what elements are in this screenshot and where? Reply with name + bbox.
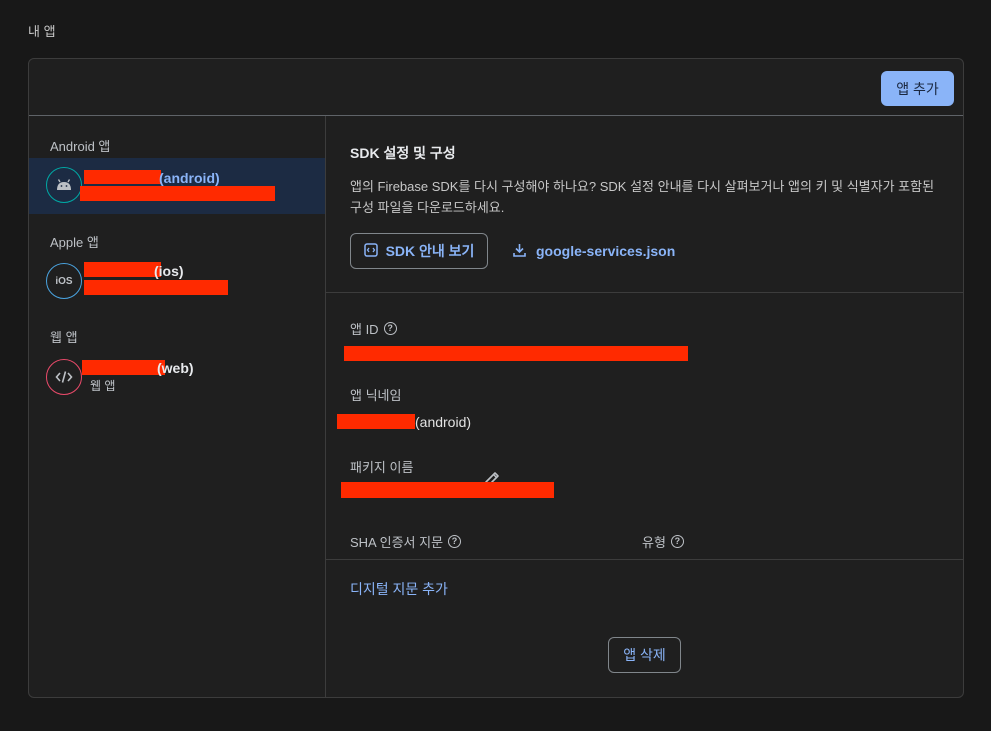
code-box-icon [363, 242, 378, 260]
apps-card: 앱 추가 Android 앱 (android) Apple 앱 iOS (io… [28, 58, 964, 698]
redacted-app-id [344, 346, 688, 361]
redacted-app-name [84, 262, 161, 277]
app-item-web[interactable]: (web) 웹 앱 [29, 350, 325, 406]
help-icon[interactable]: ? [670, 535, 684, 548]
delete-app-button[interactable]: 앱 삭제 [608, 637, 681, 673]
sdk-guide-label: SDK 안내 보기 [385, 243, 475, 259]
card-header: 앱 추가 [29, 59, 963, 116]
nickname-value: (android) [415, 414, 472, 430]
app-subtitle-web: 웹 앱 [90, 379, 116, 393]
section-divider [326, 292, 963, 293]
redacted-app-name [84, 170, 161, 184]
help-icon[interactable]: ? [383, 322, 397, 335]
add-fingerprint-link[interactable]: 디지털 지문 추가 [350, 579, 448, 599]
android-icon [46, 167, 82, 203]
download-file-label: google-services.json [536, 243, 676, 259]
package-label-text: 패키지 이름 [350, 460, 414, 475]
page-title: 내 앱 [28, 24, 56, 39]
app-name-web: (web) [157, 360, 194, 376]
group-label-web: 웹 앱 [50, 330, 78, 345]
sha-fingerprint-label: SHA 인증서 지문 ? [350, 532, 462, 551]
app-list-sidebar: Android 앱 (android) Apple 앱 iOS (ios) 웹 … [29, 116, 326, 697]
app-details-panel: SDK 설정 및 구성 앱의 Firebase SDK를 다시 구성해야 하나요… [326, 116, 963, 697]
redacted-package-name [80, 186, 275, 201]
app-item-android[interactable]: (android) [29, 158, 325, 214]
app-item-ios[interactable]: iOS (ios) [29, 254, 325, 310]
help-icon[interactable]: ? [448, 535, 462, 548]
sdk-section-title: SDK 설정 및 구성 [350, 145, 456, 161]
add-app-button[interactable]: 앱 추가 [881, 71, 954, 106]
code-icon [46, 359, 82, 395]
redacted-nickname [337, 414, 415, 429]
redacted-package-name [341, 482, 554, 498]
app-id-label-text: 앱 ID [350, 322, 379, 337]
download-config-link[interactable]: google-services.json [513, 233, 675, 269]
app-name-ios: (ios) [154, 263, 184, 279]
app-name-android: (android) [159, 170, 220, 186]
redacted-bundle-id [84, 280, 228, 295]
app-id-label: 앱 ID ? [350, 319, 397, 338]
redacted-app-name [82, 360, 165, 375]
sha-label-text: SHA 인증서 지문 [350, 535, 444, 550]
sdk-guide-button[interactable]: SDK 안내 보기 [350, 233, 488, 269]
type-label: 유형 ? [642, 532, 684, 551]
section-divider [326, 559, 963, 560]
group-label-android: Android 앱 [50, 139, 111, 154]
nickname-label: 앱 닉네임 [350, 385, 401, 404]
package-name-label: 패키지 이름 [350, 457, 413, 476]
sdk-description: 앱의 Firebase SDK를 다시 구성해야 하나요? SDK 설정 안내를… [350, 179, 935, 215]
group-label-apple: Apple 앱 [50, 235, 99, 250]
download-icon [513, 243, 526, 260]
type-label-text: 유형 [642, 535, 666, 550]
ios-icon: iOS [46, 263, 82, 299]
nickname-label-text: 앱 닉네임 [350, 388, 402, 403]
